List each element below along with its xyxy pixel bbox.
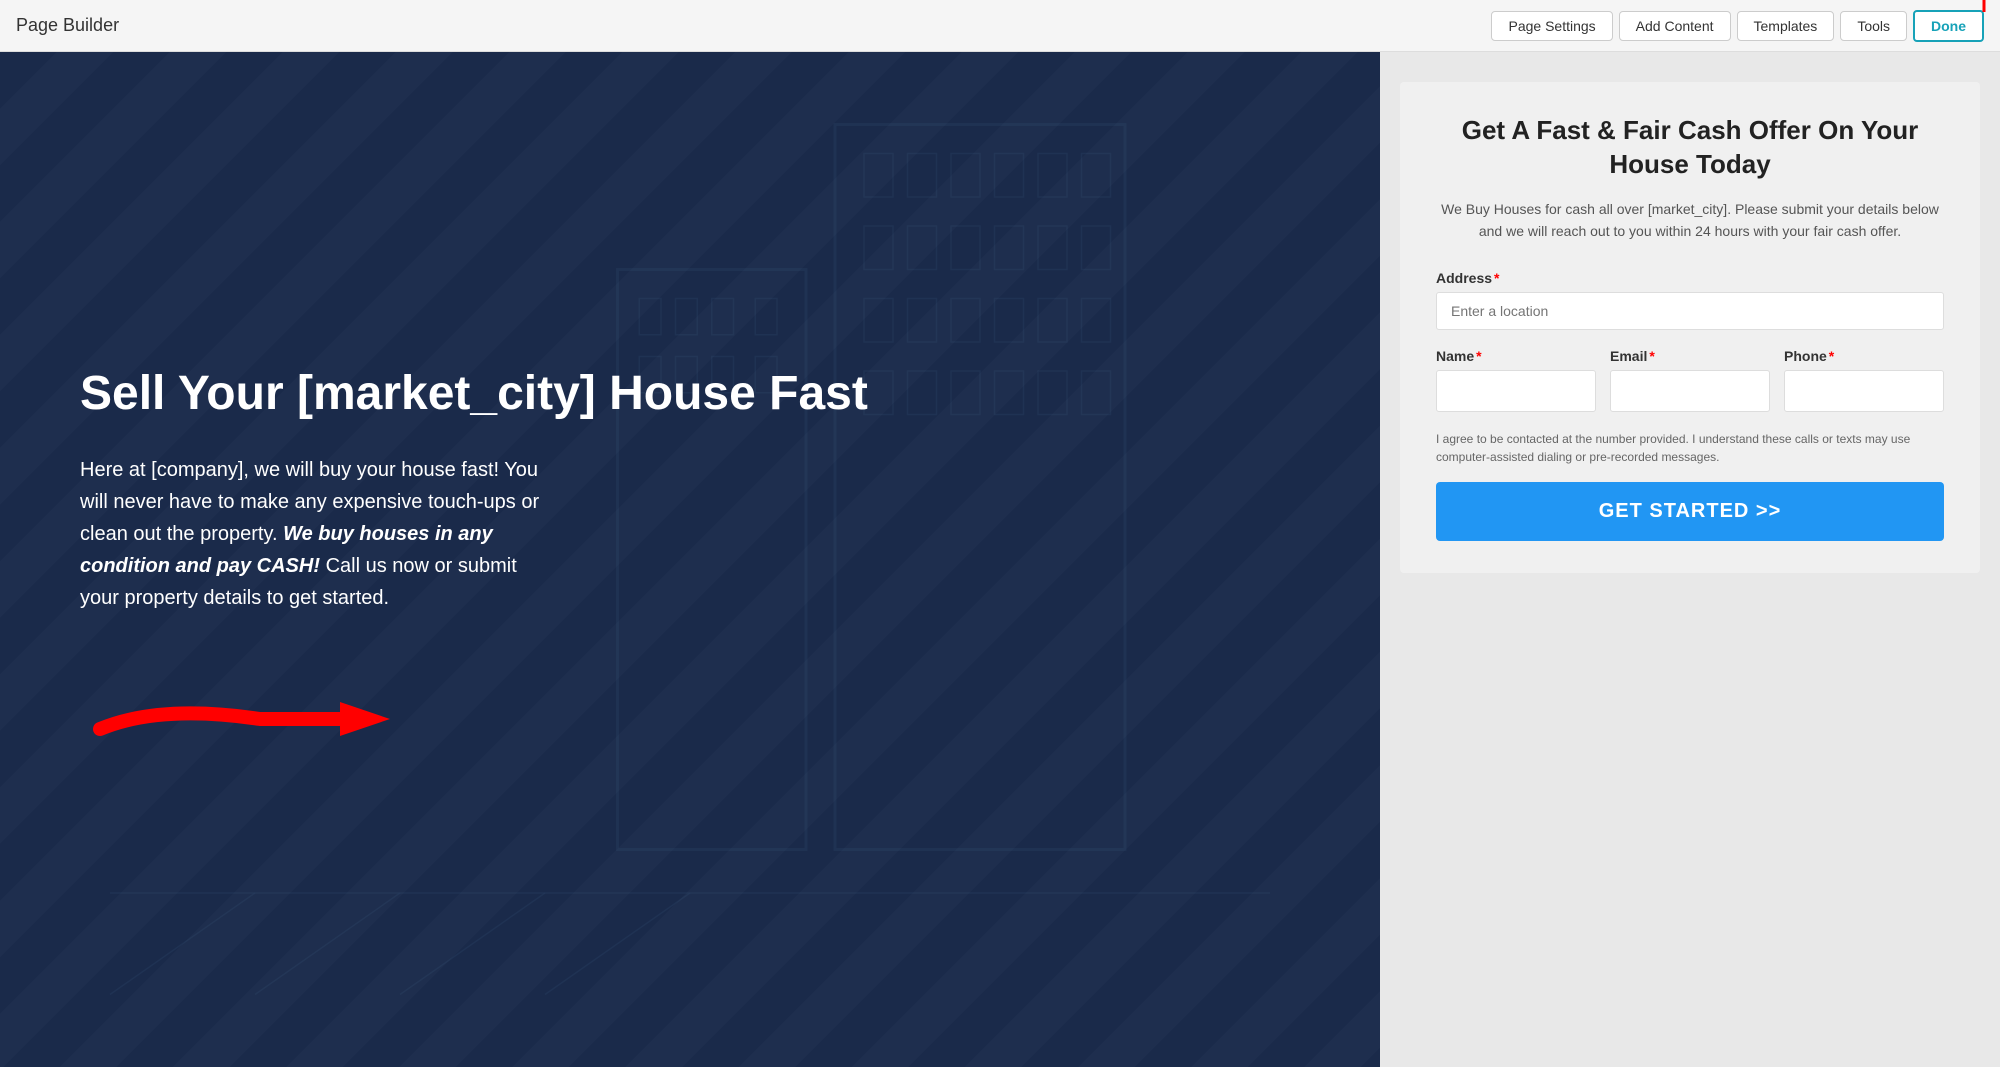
page-title: Page Builder [16,15,119,36]
main-content: Sell Your [market_city] House Fast Here … [0,52,2000,1067]
add-content-button[interactable]: Add Content [1619,11,1731,41]
name-email-phone-row: Name* Email* Phone* [1436,348,1944,412]
name-input[interactable] [1436,370,1596,412]
red-arrow-icon [80,674,400,754]
email-group: Email* [1610,348,1770,412]
phone-required-star: * [1829,348,1834,364]
phone-label: Phone* [1784,348,1944,364]
phone-group: Phone* [1784,348,1944,412]
submit-button[interactable]: GET STARTED >> [1436,482,1944,541]
name-group: Name* [1436,348,1596,412]
done-arrow-icon [1974,0,1994,17]
phone-input[interactable] [1784,370,1944,412]
left-panel: Sell Your [market_city] House Fast Here … [0,52,1380,1067]
tools-button[interactable]: Tools [1840,11,1907,41]
form-heading: Get A Fast & Fair Cash Offer On Your Hou… [1436,114,1944,182]
templates-button[interactable]: Templates [1737,11,1835,41]
address-group: Address* [1436,270,1944,330]
hero-body: Here at [company], we will buy your hous… [80,454,560,614]
red-arrow-container [80,674,1330,754]
topbar-actions: Page Settings Add Content Templates Tool… [1491,10,1984,42]
name-label: Name* [1436,348,1596,364]
email-required-star: * [1649,348,1654,364]
address-required-star: * [1494,270,1499,286]
form-card: Get A Fast & Fair Cash Offer On Your Hou… [1400,82,1980,573]
email-label: Email* [1610,348,1770,364]
form-subtitle: We Buy Houses for cash all over [market_… [1436,198,1944,243]
email-input[interactable] [1610,370,1770,412]
name-required-star: * [1476,348,1481,364]
consent-text: I agree to be contacted at the number pr… [1436,430,1944,466]
address-label: Address* [1436,270,1944,286]
page-settings-button[interactable]: Page Settings [1491,11,1612,41]
right-panel: Get A Fast & Fair Cash Offer On Your Hou… [1380,52,2000,1067]
address-input[interactable] [1436,292,1944,330]
hero-heading: Sell Your [market_city] House Fast [80,365,1330,423]
topbar: Page Builder Page Settings Add Content T… [0,0,2000,52]
